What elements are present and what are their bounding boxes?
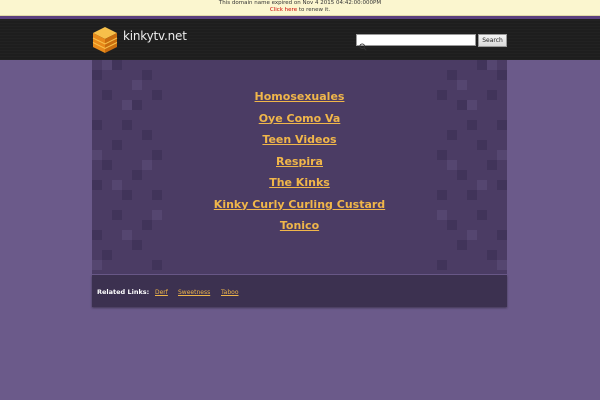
main-link-list: Homosexuales Oye Como Va Teen Videos Res… — [92, 88, 507, 239]
main-link-teen-videos[interactable]: Teen Videos — [92, 131, 507, 153]
renew-link[interactable]: Click here — [270, 7, 297, 13]
site-header — [0, 19, 600, 60]
main-link-tonico[interactable]: Tonico — [92, 217, 507, 239]
related-link-derf[interactable]: Derf — [155, 289, 168, 296]
main-link-respira[interactable]: Respira — [92, 153, 507, 175]
main-link-oye-como-va[interactable]: Oye Como Va — [92, 110, 507, 132]
related-link-sweetness[interactable]: Sweetness — [178, 289, 210, 296]
site-name[interactable]: kinkytv.net — [123, 29, 187, 43]
cube-icon[interactable] — [92, 26, 118, 54]
search-input[interactable] — [368, 35, 473, 45]
search-icon — [359, 36, 367, 51]
main-link-kinky-curly[interactable]: Kinky Curly Curling Custard — [92, 196, 507, 218]
search-field[interactable] — [356, 34, 476, 51]
renew-line: Click here to renew it. — [0, 7, 600, 14]
main-link-the-kinks[interactable]: The Kinks — [92, 174, 507, 196]
main-link-homosexuales[interactable]: Homosexuales — [92, 88, 507, 110]
renew-suffix: to renew it. — [297, 7, 331, 13]
related-links-label: Related Links: — [97, 288, 150, 296]
search-button[interactable]: Search — [478, 34, 507, 47]
expiry-notice-bar: This domain name expired on Nov 4 2015 0… — [0, 0, 600, 16]
related-links-bar: Related Links: Derf Sweetness Taboo — [92, 275, 507, 307]
expiry-notice-text: This domain name expired on Nov 4 2015 0… — [218, 0, 382, 6]
related-link-taboo[interactable]: Taboo — [221, 289, 239, 296]
main-panel: Homosexuales Oye Como Va Teen Videos Res… — [92, 60, 507, 274]
